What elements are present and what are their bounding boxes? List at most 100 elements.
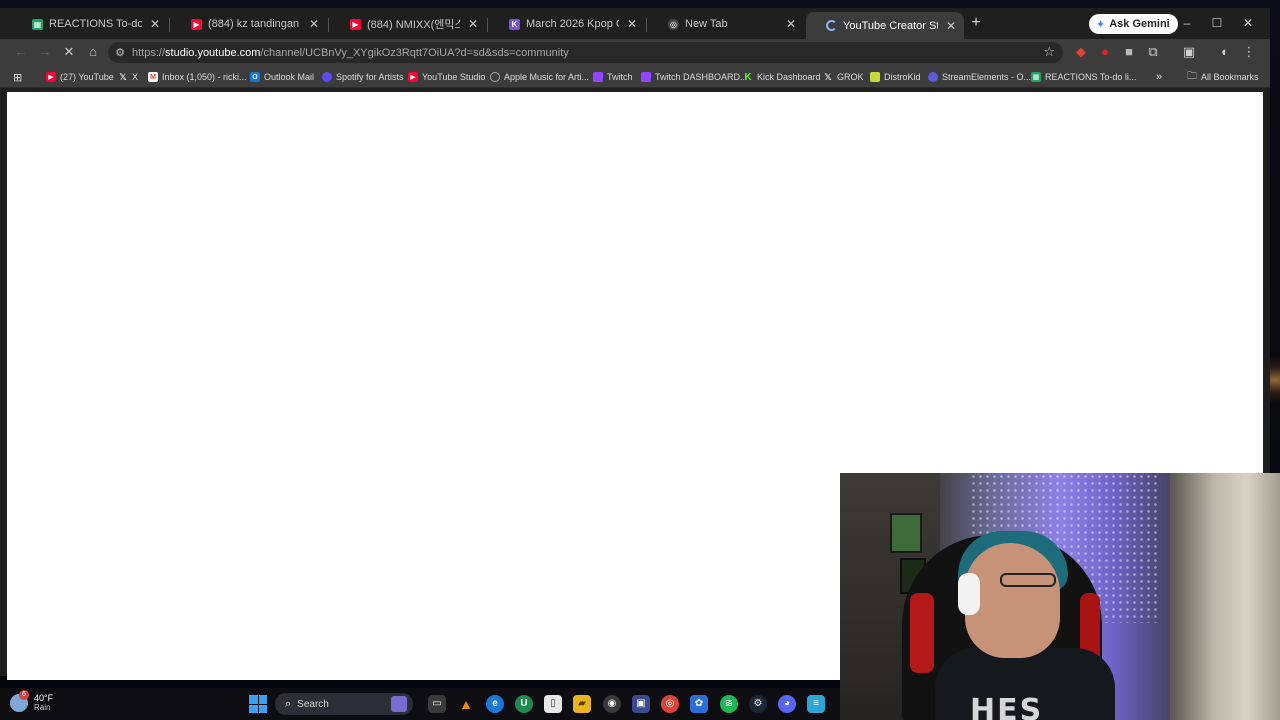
tab-youtube-creator-studio[interactable]: YouTube Creator Studio ✕ [806, 12, 964, 39]
tab-separator [487, 18, 488, 32]
bookmark-spotify-artists[interactable]: Spotify for Artists [322, 70, 404, 84]
extension-lastpass-icon[interactable]: ◆ [1073, 44, 1089, 60]
bookmark-label: X [132, 72, 139, 82]
tab-title: YouTube Creator Studio [843, 19, 938, 32]
extension-gray-icon[interactable]: ■ [1121, 44, 1137, 60]
notification-badge: 6 [19, 690, 29, 700]
all-bookmarks-button[interactable]: 🗀 All Bookmarks [1187, 70, 1259, 84]
distrokid-icon [870, 72, 880, 82]
youtube-icon: ▶ [46, 72, 56, 82]
bookmark-label: Apple Music for Arti... [504, 72, 590, 82]
vlc-icon[interactable]: ▲ [457, 695, 475, 713]
bookmark-label: Inbox (1,050) - ricki... [162, 72, 247, 82]
site-info-icon[interactable]: ⚙ [108, 46, 132, 59]
bookmark-label: StreamElements - O... [942, 72, 1032, 82]
bookmark-label: Twitch [607, 72, 633, 82]
bookmark-label: Twitch DASHBOARD... [655, 72, 748, 82]
profile-avatar-icon[interactable]: ◐ [1217, 44, 1233, 60]
close-icon[interactable]: ✕ [625, 17, 639, 31]
search-highlight-icon [391, 696, 407, 712]
discord-icon[interactable]: ◕ [778, 695, 796, 713]
youtube-icon: ▶ [191, 18, 202, 30]
bookmark-kick-dashboard[interactable]: K Kick Dashboard [743, 70, 821, 84]
close-icon[interactable]: ✕ [307, 17, 321, 31]
tab-title: March 2026 Kpop Comebacks / [526, 18, 619, 30]
spotify-icon[interactable]: ≋ [720, 695, 738, 713]
app-green-icon[interactable]: U [515, 695, 533, 713]
address-bar[interactable]: ⚙ https://studio.youtube.com/channel/UCB… [108, 42, 1063, 63]
url-text: https://studio.youtube.com/channel/UCBnV… [132, 47, 569, 59]
youtube-icon: ▶ [350, 18, 361, 30]
tab-kpop-comebacks[interactable]: K March 2026 Kpop Comebacks / ✕ [489, 14, 645, 34]
headset-icon [958, 573, 980, 615]
bookmark-gmail[interactable]: M Inbox (1,050) - ricki... [148, 70, 247, 84]
steam-icon[interactable]: ⚙ [749, 695, 767, 713]
extensions-puzzle-icon[interactable]: ⧉ [1145, 44, 1161, 60]
taskbar-search-box[interactable]: ⌕ Search [275, 693, 413, 715]
bookmark-youtube-studio[interactable]: ▶ YouTube Studio [408, 70, 485, 84]
bookmark-outlook[interactable]: O Outlook Mail [250, 70, 314, 84]
tab-nmixx[interactable]: ▶ (884) NMIXX(엔믹스) "TIC TIC ( ✕ [330, 14, 486, 34]
spotify-artists-icon [322, 72, 332, 82]
file-explorer-icon[interactable]: ▰ [573, 695, 591, 713]
close-icon[interactable]: ✕ [148, 17, 162, 31]
obs-icon[interactable]: ◉ [603, 695, 621, 713]
more-menu-icon[interactable]: ⋮ [1241, 44, 1257, 60]
shirt-text: HES [970, 693, 1044, 720]
kick-icon: K [744, 71, 752, 83]
new-tab-button[interactable]: + [968, 15, 984, 31]
maximize-button[interactable]: ☐ [1209, 16, 1225, 30]
app-multicolor-icon[interactable]: ✿ [690, 695, 708, 713]
ask-gemini-button[interactable]: ✦ Ask Gemini [1089, 14, 1178, 34]
edge-icon[interactable]: e [486, 695, 504, 713]
close-icon[interactable]: ✕ [784, 17, 798, 31]
chrome-icon[interactable]: ◎ [661, 695, 679, 713]
loading-icon [826, 20, 837, 31]
stop-loading-icon[interactable]: ✕ [61, 44, 77, 60]
side-panel-icon[interactable]: ▣ [1181, 44, 1197, 60]
bookmarks-bar: ⊞ ▶ (27) YouTube 𝕏 X M Inbox (1,050) - r… [0, 66, 1270, 88]
forward-arrow-icon[interactable]: → [37, 44, 53, 60]
bookmark-label: (27) YouTube [60, 72, 114, 82]
notepad-icon[interactable]: ≡ [807, 695, 825, 713]
x-icon: 𝕏 [119, 71, 127, 82]
task-view-icon[interactable]: ▭ [428, 695, 446, 713]
twitch-icon [593, 72, 603, 82]
windows-start-icon[interactable] [249, 695, 267, 713]
close-icon[interactable]: ✕ [944, 19, 958, 33]
windows-taskbar: 6 40°F Rain ⌕ Search ▭ ▲ e U ▯ ▰ ◉ ▣ ◎ ✿… [0, 688, 840, 720]
file-icon[interactable]: ▯ [544, 695, 562, 713]
bookmark-twitch-dashboard[interactable]: Twitch DASHBOARD... [641, 70, 748, 84]
close-window-button[interactable]: ✕ [1240, 16, 1256, 30]
bookmarks-overflow-button[interactable]: » [1156, 70, 1162, 84]
home-icon[interactable]: ⌂ [85, 44, 101, 60]
bookmark-streamelements[interactable]: StreamElements - O... [928, 70, 1031, 84]
extension-red-icon[interactable]: ● [1097, 44, 1113, 60]
minimize-button[interactable]: – [1179, 16, 1195, 30]
weather-widget[interactable]: 6 40°F Rain [10, 690, 53, 713]
tab-kz-tandingan[interactable]: ▶ (884) kz tandingan - imposible ✕ [171, 14, 327, 34]
bookmark-grok[interactable]: 𝕏 GROK [823, 70, 864, 84]
tab-separator [328, 18, 329, 32]
bookmark-distrokid[interactable]: DistroKid [870, 70, 921, 84]
bookmark-star-icon[interactable]: ☆ [1043, 44, 1055, 60]
apps-grid-icon[interactable]: ⊞ [13, 70, 22, 84]
bookmark-x[interactable]: 𝕏 X [118, 70, 138, 84]
tab-reactions-todo[interactable]: ▦ REACTIONS To-do list - Google ✕ [12, 14, 168, 34]
back-arrow-icon[interactable]: ← [13, 44, 29, 60]
app-blue-icon[interactable]: ▣ [632, 695, 650, 713]
bookmark-apple-music[interactable]: Apple Music for Arti... [490, 70, 589, 84]
bookmark-youtube[interactable]: ▶ (27) YouTube [46, 70, 114, 84]
bookmark-twitch[interactable]: Twitch [593, 70, 633, 84]
k-site-icon: K [509, 18, 520, 30]
chrome-icon: ◎ [668, 18, 679, 30]
bookmark-label: REACTIONS To-do li... [1045, 72, 1137, 82]
bookmark-label: GROK [837, 72, 864, 82]
url-path: /channel/UCBnVy_XYgikOz3Rqtt7OiUA?d=sd&s… [260, 46, 569, 59]
tab-strip: ▦ REACTIONS To-do list - Google ✕ ▶ (884… [0, 8, 1270, 39]
rain-cloud-icon: 6 [10, 690, 29, 712]
tab-new-tab[interactable]: ◎ New Tab ✕ [648, 14, 804, 34]
bookmark-label: Kick Dashboard [757, 72, 821, 82]
close-icon[interactable]: ✕ [466, 17, 480, 31]
bookmark-reactions-todo[interactable]: ▦ REACTIONS To-do li... [1031, 70, 1136, 84]
